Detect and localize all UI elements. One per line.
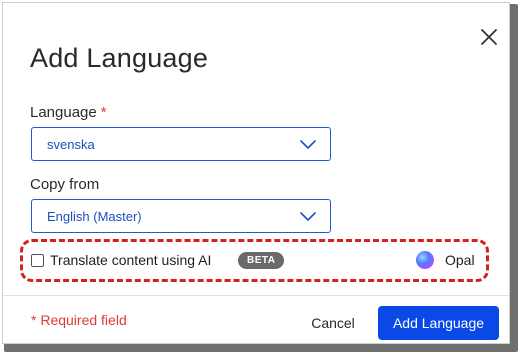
required-marker: * — [100, 104, 107, 121]
language-label-text: Language — [30, 104, 97, 121]
opal-icon — [416, 251, 434, 269]
close-icon — [481, 29, 497, 45]
copy-from-select[interactable]: English (Master) — [31, 199, 331, 233]
opal-label: Opal — [445, 252, 475, 268]
add-language-button[interactable]: Add Language — [378, 306, 499, 340]
cancel-button[interactable]: Cancel — [301, 308, 365, 338]
translate-ai-label[interactable]: Translate content using AI — [50, 252, 211, 268]
footer-divider — [3, 295, 509, 296]
translate-ai-checkbox[interactable] — [31, 254, 44, 267]
copy-from-select-value: English (Master) — [47, 209, 142, 224]
close-button[interactable] — [477, 25, 501, 49]
chevron-down-icon — [300, 212, 316, 221]
language-label: Language * — [30, 104, 107, 121]
language-select-value: svenska — [47, 137, 95, 152]
language-select[interactable]: svenska — [31, 127, 331, 161]
chevron-down-icon — [300, 140, 316, 149]
required-field-note: * Required field — [31, 312, 127, 328]
copy-from-label: Copy from — [30, 176, 100, 193]
add-language-dialog: Add Language Language * svenska Copy from… — [2, 2, 510, 344]
beta-badge: BETA — [238, 252, 285, 269]
dialog-title: Add Language — [30, 43, 209, 73]
